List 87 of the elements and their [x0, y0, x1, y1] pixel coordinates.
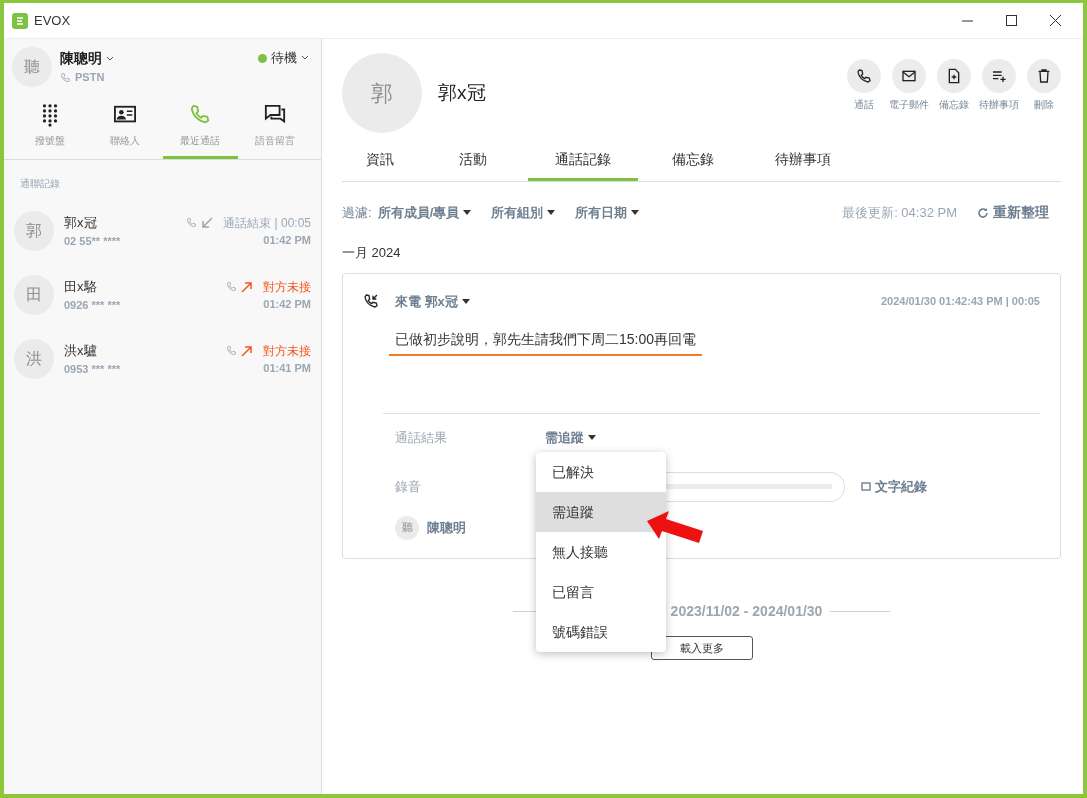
- filter-dropdown[interactable]: 所有組別: [491, 202, 544, 223]
- window-title: EVOX: [34, 11, 71, 30]
- call-row[interactable]: 洪 洪x驢 0953 *** *** 對方未接 01:41 PM: [4, 327, 321, 391]
- line-label: PSTN: [75, 70, 105, 86]
- recording-label: 錄音: [395, 477, 422, 496]
- tab[interactable]: 資訊: [342, 141, 418, 181]
- call-time: 01:42 PM: [262, 296, 311, 312]
- chevron-icon: [106, 55, 114, 62]
- dropdown-item[interactable]: 已留言: [536, 572, 666, 612]
- call-row[interactable]: 郭 郭x冠 02 55** **** 通話結束 | 00:05 01:42 PM: [4, 199, 321, 263]
- refresh-icon: [977, 206, 989, 219]
- filter-label: 過濾:: [342, 203, 372, 222]
- close-icon: [1049, 15, 1061, 26]
- status-dot: [258, 53, 267, 63]
- phone-icon: [856, 67, 872, 84]
- call-row[interactable]: 田 田x駱 0926 *** *** 對方未接 01:42 PM: [4, 263, 321, 327]
- phone-number: 02 55** ****: [64, 233, 121, 249]
- call-timestamp: 2024/01/30 01:42:43 PM | 00:05: [880, 294, 1040, 309]
- action-label: 待辦事項: [979, 97, 1019, 112]
- phone-icon: [60, 72, 71, 83]
- incoming-call-icon: [363, 293, 379, 310]
- app-logo: [12, 12, 28, 29]
- contact-avatar: 郭: [342, 53, 422, 133]
- action-button[interactable]: [847, 58, 881, 93]
- action-label: 備忘錄: [939, 97, 969, 112]
- user-avatar: 聽: [12, 47, 52, 87]
- month-heading: 一月 2024: [342, 244, 402, 262]
- pointer-arrow-drawing: [647, 511, 703, 543]
- call-note: 已做初步說明，郭先生請我們下周二15:00再回電: [389, 329, 703, 356]
- caller-name: 郭x冠: [64, 214, 98, 232]
- action-label: 刪除: [1034, 97, 1054, 112]
- action-label: 電子郵件: [889, 97, 929, 112]
- caller-name: 洪x驢: [64, 342, 98, 360]
- date-range: 2023/11/02 - 2024/01/30: [670, 601, 823, 621]
- caret-icon: [547, 210, 556, 215]
- call-title[interactable]: 來電 郭x冠: [395, 291, 458, 311]
- refresh-link[interactable]: 重新整理: [993, 202, 1049, 223]
- maximize-icon: [1005, 15, 1017, 26]
- filter-dropdown[interactable]: 所有成員/專員: [377, 202, 460, 223]
- action-button[interactable]: [892, 58, 926, 93]
- contact-avatar: 田: [14, 275, 54, 315]
- tab[interactable]: 待辦事項: [748, 141, 858, 181]
- dropdown-item[interactable]: 已解決: [536, 452, 666, 492]
- contact-avatar: 洪: [14, 339, 54, 379]
- result-label: 通話結果: [395, 429, 448, 447]
- call-result: 對方未接: [263, 342, 311, 360]
- outgoing-arrow-icon: [241, 344, 253, 357]
- phone-number: 0926 *** ***: [64, 297, 121, 313]
- last-updated: 最後更新: 04:32 PM: [842, 203, 957, 222]
- agent-avatar: 聽: [395, 515, 419, 540]
- outgoing-arrow-icon: [241, 280, 253, 293]
- agent-name: 陳聰明: [427, 518, 466, 537]
- action-button[interactable]: [937, 58, 971, 93]
- phone-number: 0953 *** ***: [64, 361, 121, 377]
- phone-icon: [186, 217, 198, 229]
- caret-icon: [588, 435, 596, 441]
- caret-icon: [631, 210, 640, 215]
- tab[interactable]: 活動: [418, 141, 528, 181]
- call-time: 01:42 PM: [262, 232, 311, 248]
- call-time: 01:41 PM: [262, 360, 311, 376]
- action-button[interactable]: [982, 58, 1016, 93]
- contact-name: 郭x冠: [438, 80, 486, 105]
- dropdown-item[interactable]: 無人接聽: [536, 532, 666, 572]
- user-name[interactable]: 陳聰明: [60, 48, 102, 70]
- result-selector[interactable]: 需追蹤: [545, 428, 584, 448]
- section-label: 通聯記錄: [19, 177, 61, 191]
- caller-name: 田x駱: [64, 278, 98, 296]
- dropdown-item[interactable]: 需追蹤: [536, 492, 666, 532]
- transcript-icon: [861, 481, 871, 492]
- phone-icon: [226, 281, 237, 293]
- chevron-icon: [301, 55, 309, 61]
- incoming-arrow-icon: [201, 216, 214, 229]
- phone-icon: [226, 345, 237, 357]
- trash-icon: [1036, 67, 1052, 84]
- filter-dropdown[interactable]: 所有日期: [575, 202, 628, 223]
- transcript-link[interactable]: 文字紀錄: [875, 476, 927, 497]
- tab[interactable]: 通話記錄: [528, 141, 638, 181]
- tab[interactable]: 備忘錄: [638, 141, 748, 181]
- add-document-icon: [946, 67, 962, 84]
- contact-avatar: 郭: [14, 211, 54, 251]
- caret-icon: [463, 210, 472, 215]
- call-result: 通話結束 | 00:05: [223, 214, 311, 232]
- action-button[interactable]: [1027, 58, 1061, 93]
- call-result: 對方未接: [263, 278, 311, 296]
- caret-icon: [461, 298, 470, 304]
- action-label: 通話: [854, 97, 874, 112]
- status-selector[interactable]: 待機: [271, 48, 297, 68]
